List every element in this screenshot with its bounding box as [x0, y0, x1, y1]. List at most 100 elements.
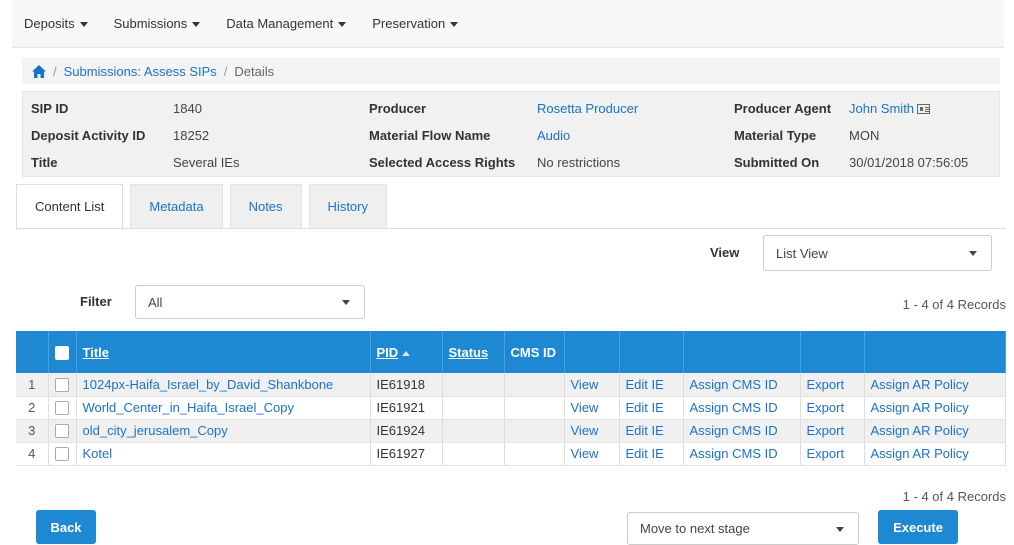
producer-agent-label: Producer Agent — [734, 101, 832, 116]
row-view-cell: View — [564, 373, 620, 397]
sort-status-link[interactable]: Status — [449, 345, 489, 360]
home-icon[interactable] — [32, 64, 46, 78]
back-button[interactable]: Back — [36, 510, 96, 544]
title-label: Title — [31, 155, 58, 170]
stage-select-value: Move to next stage — [640, 521, 750, 536]
tab-divider — [16, 228, 1006, 229]
row-export-cell: Export — [800, 419, 865, 443]
row-title-link[interactable]: World_Center_in_Haifa_Israel_Copy — [83, 400, 295, 415]
view-link[interactable]: View — [571, 377, 599, 392]
content-table: Title PID Status CMS ID 1 1024px-Haifa_Is… — [16, 331, 1006, 466]
sip-id-label: SIP ID — [31, 101, 69, 116]
nav-data-management[interactable]: Data Management — [226, 16, 347, 31]
header-action-view — [564, 331, 620, 373]
row-view-cell: View — [564, 396, 620, 420]
header-num — [16, 331, 49, 373]
edit-ie-link[interactable]: Edit IE — [626, 377, 664, 392]
row-checkbox-cell — [48, 419, 77, 443]
header-status[interactable]: Status — [442, 331, 505, 373]
assign-ar-policy-link[interactable]: Assign AR Policy — [871, 377, 969, 392]
row-title-link[interactable]: Kotel — [83, 446, 113, 461]
material-flow-label: Material Flow Name — [369, 128, 491, 143]
material-type-value: MON — [849, 128, 880, 143]
row-assign-cms-cell: Assign CMS ID — [683, 396, 801, 420]
row-title-link[interactable]: old_city_jerusalem_Copy — [83, 423, 228, 438]
row-checkbox-cell — [48, 396, 77, 420]
row-checkbox[interactable] — [54, 401, 69, 416]
select-all-checkbox[interactable] — [54, 345, 69, 360]
edit-ie-link[interactable]: Edit IE — [626, 400, 664, 415]
row-checkbox[interactable] — [54, 447, 69, 462]
breadcrumb-parent-link[interactable]: Submissions: Assess SIPs — [64, 64, 217, 79]
material-flow-link[interactable]: Audio — [537, 128, 570, 143]
stage-select[interactable]: Move to next stage — [627, 512, 859, 545]
chevron-down-icon — [969, 251, 977, 256]
assign-cms-id-link[interactable]: Assign CMS ID — [690, 446, 778, 461]
assign-cms-id-link[interactable]: Assign CMS ID — [690, 377, 778, 392]
chevron-down-icon — [192, 22, 201, 28]
nav-submissions[interactable]: Submissions — [114, 16, 201, 31]
edit-ie-link[interactable]: Edit IE — [626, 446, 664, 461]
row-checkbox[interactable] — [54, 378, 69, 393]
tab-metadata[interactable]: Metadata — [130, 184, 223, 228]
row-cms-id — [504, 396, 565, 420]
assign-cms-id-link[interactable]: Assign CMS ID — [690, 400, 778, 415]
row-view-cell: View — [564, 419, 620, 443]
view-link[interactable]: View — [571, 423, 599, 438]
export-link[interactable]: Export — [807, 423, 845, 438]
table-row: 4 Kotel IE61927 View Edit IE Assign CMS ID Exp… — [16, 442, 1006, 466]
row-pid: IE61927 — [370, 442, 443, 466]
export-link[interactable]: Export — [807, 446, 845, 461]
sort-title-link[interactable]: Title — [83, 345, 110, 360]
header-title[interactable]: Title — [76, 331, 371, 373]
view-link[interactable]: View — [571, 400, 599, 415]
tab-content-list[interactable]: Content List — [16, 184, 124, 230]
row-pid: IE61918 — [370, 373, 443, 397]
contact-card-icon[interactable] — [917, 104, 931, 114]
chevron-down-icon — [450, 22, 459, 28]
row-assign-ar-cell: Assign AR Policy — [864, 442, 1006, 466]
chevron-down-icon — [338, 22, 347, 28]
export-link[interactable]: Export — [807, 377, 845, 392]
assign-ar-policy-link[interactable]: Assign AR Policy — [871, 400, 969, 415]
row-status — [442, 419, 505, 443]
edit-ie-link[interactable]: Edit IE — [626, 423, 664, 438]
tab-notes[interactable]: Notes — [229, 184, 302, 228]
row-assign-ar-cell: Assign AR Policy — [864, 396, 1006, 420]
row-checkbox[interactable] — [54, 424, 69, 439]
filter-select[interactable]: All — [135, 285, 365, 319]
producer-agent-link[interactable]: John Smith — [849, 101, 914, 116]
row-assign-ar-cell: Assign AR Policy — [864, 373, 1006, 397]
row-edit-cell: Edit IE — [619, 373, 684, 397]
deposit-activity-label: Deposit Activity ID — [31, 128, 146, 143]
row-checkbox-cell — [48, 442, 77, 466]
nav-preservation[interactable]: Preservation — [372, 16, 459, 31]
top-nav: Deposits Submissions Data Management Pre… — [12, 0, 1004, 48]
row-cms-id — [504, 442, 565, 466]
assign-ar-policy-link[interactable]: Assign AR Policy — [871, 446, 969, 461]
row-assign-cms-cell: Assign CMS ID — [683, 373, 801, 397]
execute-button[interactable]: Execute — [878, 510, 958, 544]
row-export-cell: Export — [800, 396, 865, 420]
row-title-link[interactable]: 1024px-Haifa_Israel_by_David_Shankbone — [83, 377, 334, 392]
tab-history[interactable]: History — [308, 184, 387, 228]
table-row: 1 1024px-Haifa_Israel_by_David_Shankbone I… — [16, 373, 1006, 397]
export-link[interactable]: Export — [807, 400, 845, 415]
producer-link[interactable]: Rosetta Producer — [537, 101, 638, 116]
assign-cms-id-link[interactable]: Assign CMS ID — [690, 423, 778, 438]
row-export-cell: Export — [800, 442, 865, 466]
view-link[interactable]: View — [571, 446, 599, 461]
sort-pid-link[interactable]: PID — [377, 345, 399, 360]
breadcrumb-separator: / — [223, 63, 228, 79]
producer-label: Producer — [369, 101, 427, 116]
assign-ar-policy-link[interactable]: Assign AR Policy — [871, 423, 969, 438]
view-select[interactable]: List View — [763, 235, 992, 271]
row-status — [442, 396, 505, 420]
header-pid[interactable]: PID — [370, 331, 443, 373]
row-assign-ar-cell: Assign AR Policy — [864, 419, 1006, 443]
cms-id-header-label: CMS ID — [510, 344, 557, 360]
nav-deposits[interactable]: Deposits — [24, 16, 88, 31]
breadcrumb: / Submissions: Assess SIPs / Details — [22, 58, 1000, 84]
row-title-cell: Kotel — [76, 442, 371, 466]
material-type-label: Material Type — [734, 128, 817, 143]
